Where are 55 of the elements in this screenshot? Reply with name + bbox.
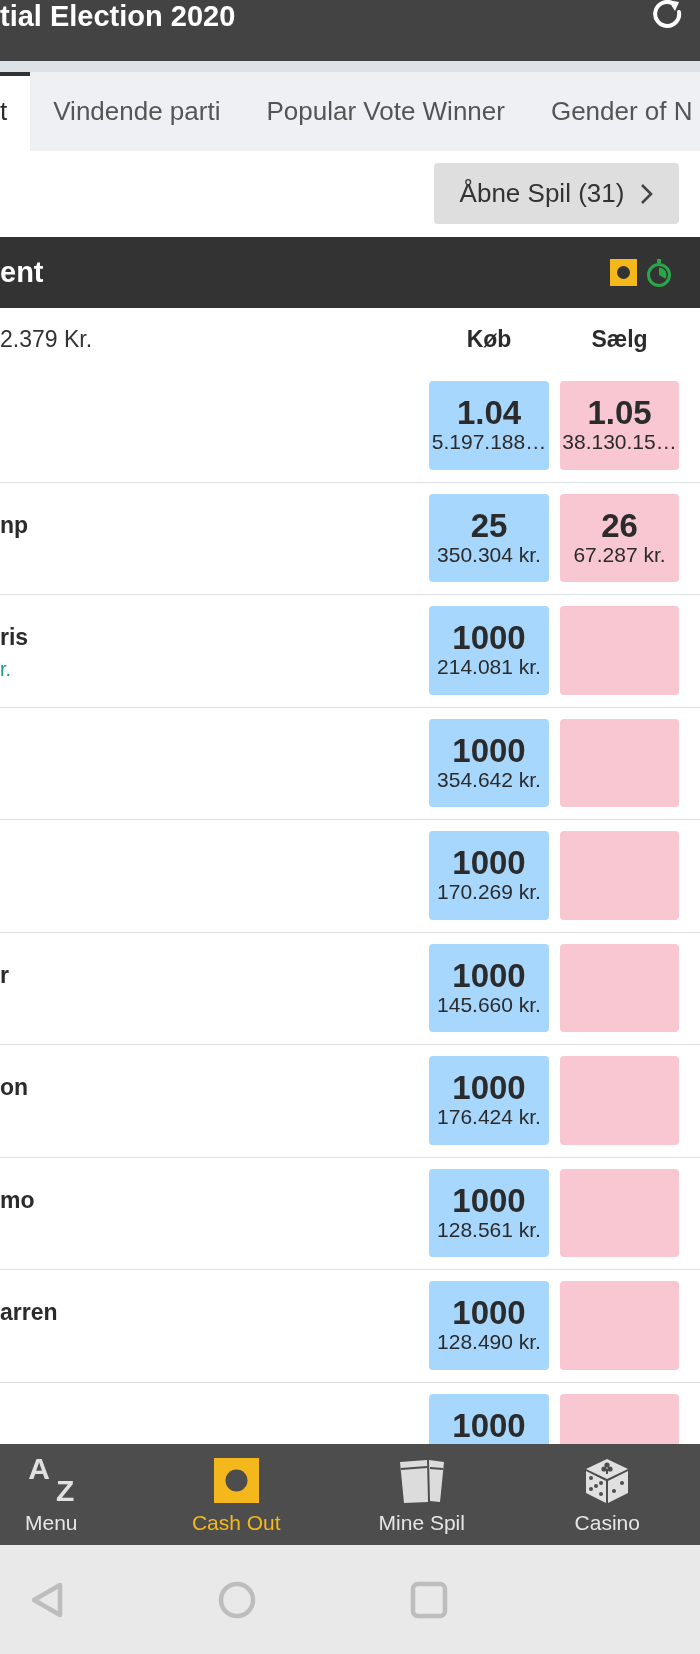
runner-name: r bbox=[0, 960, 9, 989]
nav-tab[interactable]: Cash Out bbox=[143, 1444, 329, 1545]
open-bets-button[interactable]: Åbne Spil (31) bbox=[434, 163, 679, 224]
buy-price-button[interactable]: 1000 128.490 kr. bbox=[429, 1281, 549, 1370]
buy-price-button[interactable]: 25 350.304 kr. bbox=[429, 493, 549, 582]
sell-price-button[interactable] bbox=[560, 1168, 679, 1257]
sell-price-button[interactable] bbox=[560, 943, 679, 1032]
cash-out-icon bbox=[610, 259, 637, 286]
buy-price-button[interactable]: 1000 bbox=[429, 1393, 549, 1444]
buy-price-button[interactable]: 1.04 5.197.188… bbox=[429, 381, 549, 470]
matched-amount: 2.379 Kr. bbox=[0, 325, 93, 353]
nav-tab[interactable]: Casino bbox=[514, 1444, 700, 1545]
recents-icon bbox=[410, 1580, 448, 1619]
dice-icon bbox=[585, 1458, 630, 1503]
buy-price-button[interactable]: 1000 128.561 kr. bbox=[429, 1168, 549, 1257]
refresh-icon[interactable] bbox=[652, 0, 684, 30]
market-tab[interactable]: Popular Vote Winner bbox=[243, 72, 528, 151]
back-button[interactable] bbox=[30, 1580, 64, 1619]
buy-price-button[interactable]: 1000 145.660 kr. bbox=[429, 943, 549, 1032]
event-title: tial Election 2020 bbox=[0, 0, 236, 32]
runner-name: ris bbox=[0, 623, 29, 651]
runner-name: mo bbox=[0, 1185, 35, 1214]
market-tab[interactable]: Gender of N bbox=[527, 72, 700, 151]
sell-price-button[interactable] bbox=[560, 1056, 679, 1145]
stopwatch-icon bbox=[646, 258, 672, 287]
sell-price-button[interactable] bbox=[560, 606, 679, 695]
buy-price-button[interactable]: 1000 170.269 kr. bbox=[429, 831, 549, 920]
sell-price-button[interactable] bbox=[560, 831, 679, 920]
chevron-right-icon bbox=[640, 182, 654, 205]
sell-price-button[interactable] bbox=[560, 1393, 679, 1444]
column-header: Sælg bbox=[591, 325, 648, 353]
az-icon: A Z bbox=[28, 1458, 75, 1503]
sell-price-button[interactable] bbox=[560, 1281, 679, 1370]
sell-price-button[interactable] bbox=[560, 718, 679, 807]
runner-note: r. bbox=[0, 657, 12, 681]
tickets-icon bbox=[398, 1458, 445, 1503]
buy-price-button[interactable]: 1000 214.081 kr. bbox=[429, 606, 549, 695]
sell-price-button[interactable]: 26 67.287 kr. bbox=[560, 493, 679, 582]
column-header: Køb bbox=[466, 325, 512, 353]
nav-tab[interactable]: A Z Menu bbox=[0, 1444, 144, 1545]
market-tab[interactable]: t bbox=[0, 72, 31, 151]
nav-tab[interactable]: Mine Spil bbox=[329, 1444, 515, 1545]
recents-button[interactable] bbox=[410, 1580, 448, 1619]
runner-name: arren bbox=[0, 1298, 58, 1326]
buy-price-button[interactable]: 1000 354.642 kr. bbox=[429, 718, 549, 807]
cash-out-icon bbox=[213, 1458, 259, 1503]
runner-name: on bbox=[0, 1073, 29, 1101]
home-icon bbox=[218, 1580, 256, 1619]
sell-price-button[interactable]: 1.05 38.130.15… bbox=[560, 381, 679, 470]
buy-price-button[interactable]: 1000 176.424 kr. bbox=[429, 1056, 549, 1145]
market-title: ent bbox=[0, 256, 44, 289]
market-tab[interactable]: Vindende parti bbox=[30, 72, 244, 151]
back-icon bbox=[30, 1580, 64, 1619]
runner-name: np bbox=[0, 510, 29, 539]
home-button[interactable] bbox=[218, 1580, 256, 1619]
